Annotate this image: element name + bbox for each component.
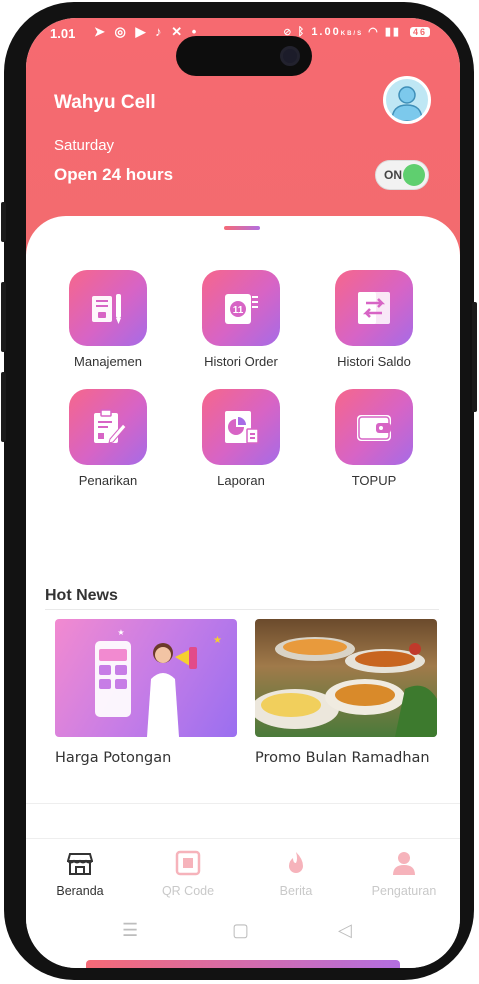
nav-label: QR Code (161, 884, 215, 898)
menu-item-histori-saldo[interactable]: Histori Saldo (314, 270, 434, 369)
clipboard-edit-icon (94, 409, 127, 444)
menu-tile (69, 389, 147, 465)
tab-pengaturan[interactable]: Pengaturan (354, 838, 454, 898)
toggle-label: ON (384, 168, 402, 182)
flame-icon (283, 850, 309, 876)
menu-tile: 11 (202, 270, 280, 346)
tiktok-icon: ♪ (155, 24, 165, 39)
whatsapp-icon: ◎ (114, 24, 129, 39)
app-screen: 1.01 ➤ ◎ ▶ ♪ ✕ • ⊘ ᛒ 1.00KB/S ◠ ▮▮ 46 Wa… (26, 18, 460, 968)
promo-illustration: ★ ★ (95, 628, 222, 737)
tab-qr-code[interactable]: QR Code (138, 838, 238, 898)
menu-label: TOPUP (351, 473, 397, 488)
document-pen-icon (92, 294, 121, 324)
menu-item-topup[interactable]: TOPUP (314, 389, 434, 488)
food-illustration (255, 637, 437, 737)
wifi-icon: ◠ (368, 26, 380, 38)
avatar[interactable] (383, 76, 431, 124)
open-hours: Open 24 hours (54, 165, 174, 184)
signal-icon: ▮▮ (384, 26, 401, 38)
toggle-knob (403, 164, 425, 186)
phone-frame: 1.01 ➤ ◎ ▶ ♪ ✕ • ⊘ ᛒ 1.00KB/S ◠ ▮▮ 46 Wa… (1, 2, 477, 980)
status-time: 1.01 (50, 26, 76, 41)
ramadhan-food-image (255, 619, 437, 737)
menu-item-laporan[interactable]: Laporan (181, 389, 301, 488)
system-status-icons: ⊘ ᛒ 1.00KB/S ◠ ▮▮ 46 (284, 25, 430, 38)
youtube-icon: ▶ (135, 24, 149, 39)
notification-icons: ➤ ◎ ▶ ♪ ✕ • (94, 24, 199, 40)
news-card[interactable]: ★ ★ Harga Potongan (55, 619, 237, 766)
user-avatar-icon (391, 86, 423, 121)
menu-tile (202, 389, 280, 465)
menu-item-histori-order[interactable]: 11 Histori Order (181, 270, 301, 369)
tab-beranda[interactable]: Beranda (30, 838, 130, 898)
qr-code-icon (175, 850, 201, 876)
menu-tile (335, 389, 413, 465)
menu-tile (335, 270, 413, 346)
wallet-icon (357, 415, 391, 441)
svg-text:★: ★ (117, 628, 124, 637)
news-caption: Harga Potongan (55, 750, 172, 766)
system-navigation-bar: ☰ ▢ ◁ (26, 914, 460, 954)
store-icon (66, 850, 94, 876)
user-icon (391, 850, 417, 876)
tab-berita[interactable]: Berita (246, 838, 346, 898)
store-name: Wahyu Cell (54, 92, 156, 113)
bluetooth-icon: ᛒ (297, 26, 307, 38)
menu-label: Laporan (217, 473, 265, 488)
nav-label: Berita (279, 884, 313, 898)
front-camera (280, 46, 300, 66)
back-icon[interactable]: ◁ (338, 920, 352, 941)
phone-side-button (1, 202, 6, 242)
news-card[interactable]: Promo Bulan Ramadhan (255, 619, 437, 766)
phone-side-button (472, 302, 477, 412)
section-divider (26, 803, 460, 804)
svg-text:11: 11 (233, 305, 244, 316)
svg-text:★: ★ (213, 635, 222, 646)
bottom-nav-divider (26, 838, 460, 839)
menu-label: Manajemen (74, 354, 142, 369)
battery-icon: 46 (409, 27, 430, 37)
menu-label: Penarikan (78, 473, 138, 488)
report-chart-icon (225, 411, 259, 444)
transfer-arrows-icon (358, 292, 390, 324)
recent-apps-icon[interactable]: ☰ (122, 920, 138, 941)
x-icon: ✕ (171, 24, 186, 39)
promo-woman-megaphone-image: ★ ★ (55, 619, 237, 737)
menu-label: Histori Order (204, 354, 278, 369)
menu-label: Histori Saldo (337, 354, 411, 369)
news-section-title: Hot News (45, 587, 118, 604)
gradient-strip (86, 960, 400, 968)
drag-handle[interactable] (224, 226, 260, 230)
bottom-nav: Beranda QR Code Berita Pengaturan (26, 838, 460, 906)
nav-label: Beranda (56, 884, 104, 898)
home-icon[interactable]: ▢ (232, 920, 249, 941)
menu-item-manajemen[interactable]: Manajemen (48, 270, 168, 369)
menu-tile (69, 270, 147, 346)
nav-label: Pengaturan (371, 884, 437, 898)
camera-notch (176, 36, 312, 76)
phone-side-button (1, 282, 6, 352)
order-history-icon: 11 (225, 294, 258, 324)
open-day: Saturday (54, 137, 115, 154)
menu-item-penarikan[interactable]: Penarikan (48, 389, 168, 488)
telegram-icon: ➤ (94, 24, 108, 39)
open-status-toggle[interactable]: ON (375, 160, 429, 190)
news-caption: Promo Bulan Ramadhan (255, 750, 430, 766)
section-divider (45, 609, 439, 610)
phone-side-button (1, 372, 6, 442)
network-speed: 1.00KB/S (311, 26, 364, 38)
